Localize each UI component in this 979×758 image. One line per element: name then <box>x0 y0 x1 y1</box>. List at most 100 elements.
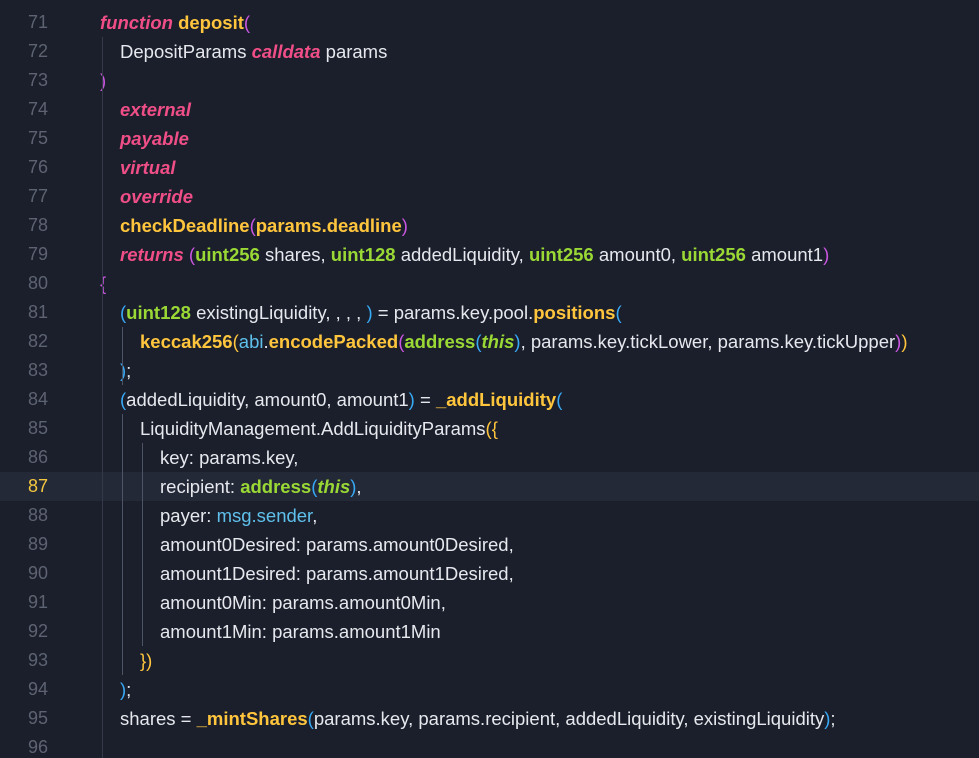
code-token: function <box>100 12 173 33</box>
code-token: recipient: <box>160 476 241 497</box>
indent-guide <box>102 37 103 758</box>
line-number: 84 <box>27 389 48 409</box>
code-line[interactable]: 91 amount0Min: params.amount0Min, <box>0 588 979 617</box>
line-number: 92 <box>27 621 48 641</box>
code-token: keccak256 <box>140 331 233 352</box>
code-token: payer: <box>160 505 217 526</box>
line-code: virtual <box>120 153 176 182</box>
code-line[interactable]: 94); <box>0 675 979 704</box>
code-token: params <box>320 41 388 62</box>
code-line[interactable]: 72 DepositParams calldata params <box>0 37 979 66</box>
code-token: override <box>120 186 194 207</box>
line-code: ); <box>120 675 131 704</box>
code-token: ; <box>830 708 836 729</box>
code-line[interactable]: 78 checkDeadline(params.deadline) <box>0 211 979 240</box>
code-line[interactable]: 83); <box>0 356 979 385</box>
line-code: payable <box>120 124 189 153</box>
code-line[interactable]: 89 amount0Desired: params.amount0Desired, <box>0 530 979 559</box>
line-number: 93 <box>27 650 48 670</box>
code-token: uint256 <box>528 244 594 265</box>
code-line[interactable]: 95 shares = _mintShares(params.key, param… <box>0 704 979 733</box>
code-line[interactable]: 74 external <box>0 95 979 124</box>
line-code: DepositParams calldata params <box>120 37 387 66</box>
line-code: (uint128 existingLiquidity, , , , ) = pa… <box>120 298 622 327</box>
code-token: this <box>481 331 515 352</box>
code-line[interactable]: 90 amount1Desired: params.amount1Desired, <box>0 559 979 588</box>
code-token: LiquidityManagement.AddLiquidityParams <box>140 418 486 439</box>
line-number: 89 <box>27 534 48 554</box>
code-token: returns <box>120 244 184 265</box>
code-line[interactable]: 88 payer: msg.sender, <box>0 501 979 530</box>
line-number: 86 <box>27 447 48 467</box>
code-token: uint128 <box>126 302 191 323</box>
line-code: amount0Min: params.amount0Min, <box>160 588 446 617</box>
code-token: positions <box>533 302 616 323</box>
code-line[interactable]: 77 override <box>0 182 979 211</box>
line-code: amount0Desired: params.amount0Desired, <box>160 530 514 559</box>
line-number: 95 <box>27 708 48 728</box>
code-token: amount0, <box>593 244 682 265</box>
indent-guide <box>142 443 143 646</box>
code-token: , <box>312 505 318 526</box>
code-line[interactable]: 86 key: params.key, <box>0 443 979 472</box>
code-token: ; <box>126 679 132 700</box>
code-token: = params.key.pool. <box>372 302 534 323</box>
code-line[interactable]: 81 (uint128 existingLiquidity, , , , ) = … <box>0 298 979 327</box>
code-line[interactable]: 93}) <box>0 646 979 675</box>
code-line[interactable]: 71 function deposit( <box>0 8 979 37</box>
line-code: payer: msg.sender, <box>160 501 317 530</box>
code-line[interactable]: 76 virtual <box>0 153 979 182</box>
code-token: amount1 <box>745 244 824 265</box>
code-line[interactable]: 80 { <box>0 269 979 298</box>
code-line[interactable]: 92 amount1Min: params.amount1Min <box>0 617 979 646</box>
code-line[interactable]: 75 payable <box>0 124 979 153</box>
line-code: amount1Desired: params.amount1Desired, <box>160 559 514 588</box>
code-token: amount0Min: params.amount0Min, <box>160 592 446 613</box>
line-number: 90 <box>27 563 48 583</box>
line-number: 73 <box>27 70 48 90</box>
code-token: shares = <box>120 708 197 729</box>
line-number: 81 <box>27 302 48 322</box>
line-number: 85 <box>27 418 48 438</box>
code-token: _mintShares <box>196 708 308 729</box>
indent-guide <box>122 327 123 385</box>
code-token: ) <box>401 215 408 236</box>
code-token: key: params.key, <box>160 447 299 468</box>
line-code: (addedLiquidity, amount0, amount1) = _ad… <box>120 385 562 414</box>
code-token: virtual <box>120 157 176 178</box>
code-token: ({ <box>485 418 498 439</box>
code-token: amount1Desired: params.amount1Desired, <box>160 563 514 584</box>
code-token: address <box>240 476 312 497</box>
line-number: 75 <box>27 128 48 148</box>
code-line[interactable]: 82 keccak256(abi.encodePacked(address(thi… <box>0 327 979 356</box>
code-line[interactable]: 87 recipient: address(this), <box>0 472 979 501</box>
code-line[interactable]: 84 (addedLiquidity, amount0, amount1) = _… <box>0 385 979 414</box>
line-code: LiquidityManagement.AddLiquidityParams({ <box>140 414 498 443</box>
code-token: encodePacked <box>268 331 399 352</box>
line-number: 72 <box>27 41 48 61</box>
line-code: returns (uint256 shares, uint128 addedLi… <box>120 240 829 269</box>
code-token: amount0Desired: params.amount0Desired, <box>160 534 514 555</box>
code-token: amount1Min: params.amount1Min <box>160 621 441 642</box>
code-line[interactable]: 79 returns (uint256 shares, uint128 added… <box>0 240 979 269</box>
code-token: = <box>414 389 436 410</box>
line-number: 74 <box>27 99 48 119</box>
indent-guide <box>122 414 123 675</box>
line-number: 76 <box>27 157 48 177</box>
line-number: 80 <box>27 273 48 293</box>
line-number: 94 <box>27 679 48 699</box>
line-number: 91 <box>27 592 48 612</box>
line-code: keccak256(abi.encodePacked(address(this)… <box>140 327 908 356</box>
code-token: ( <box>615 302 622 323</box>
code-line[interactable]: 85 LiquidityManagement.AddLiquidityParams… <box>0 414 979 443</box>
code-editor[interactable]: 71 function deposit( 72 DepositParams calld… <box>0 0 979 758</box>
code-token: this <box>317 476 351 497</box>
line-code: function deposit( <box>100 8 250 37</box>
code-line[interactable]: 96 <box>0 733 979 758</box>
code-line[interactable]: 73) <box>0 66 979 95</box>
code-token: calldata <box>251 41 321 62</box>
code-token: addedLiquidity, <box>395 244 529 265</box>
line-code: recipient: address(this), <box>160 472 362 501</box>
code-token: }) <box>140 650 153 671</box>
code-token: ; <box>126 360 132 381</box>
